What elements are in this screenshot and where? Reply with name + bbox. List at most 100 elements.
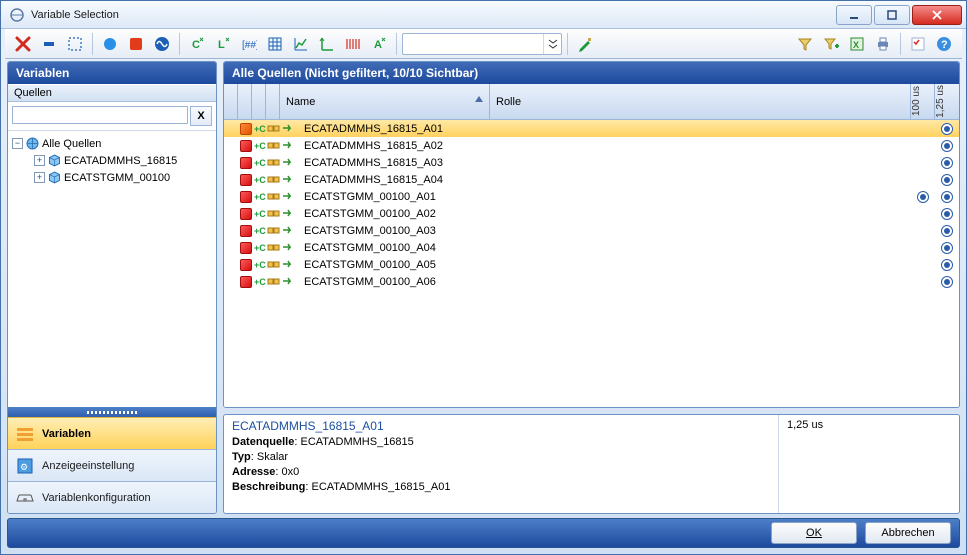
radio-125us[interactable] xyxy=(941,208,953,220)
radio-125us[interactable] xyxy=(941,259,953,271)
tree-root[interactable]: − Alle Quellen xyxy=(12,135,212,152)
cube-icon xyxy=(48,154,61,167)
radio-100us[interactable] xyxy=(917,191,929,203)
tree-item-label: ECATSTGMM_00100 xyxy=(64,172,170,184)
close-button[interactable] xyxy=(912,5,962,25)
nav-anzeige[interactable]: ⚙ Anzeigeeinstellung xyxy=(8,449,216,481)
row-arrow-icon xyxy=(281,173,294,186)
radio-125us[interactable] xyxy=(941,276,953,288)
row-color-icon xyxy=(240,242,252,254)
row-name: ECATSTGMM_00100_A05 xyxy=(302,256,512,273)
splitter[interactable] xyxy=(8,407,216,417)
titlebar[interactable]: Variable Selection xyxy=(1,1,966,29)
tb-excel-icon[interactable]: X xyxy=(845,32,869,56)
search-input[interactable] xyxy=(12,106,188,124)
table-row[interactable]: +C ECATSTGMM_00100_A03 xyxy=(224,222,959,239)
tree-root-label: Alle Quellen xyxy=(42,138,101,150)
row-name: ECATSTGMM_00100_A02 xyxy=(302,205,512,222)
row-arrow-icon xyxy=(281,139,294,152)
tb-close-x-icon[interactable] xyxy=(11,32,35,56)
expand-icon[interactable]: + xyxy=(34,155,45,166)
col-blank[interactable] xyxy=(252,84,266,119)
table-row[interactable]: +C ECATSTGMM_00100_A04 xyxy=(224,239,959,256)
expand-icon[interactable]: + xyxy=(34,172,45,183)
cancel-button[interactable]: Abbrechen xyxy=(865,522,951,544)
row-c-icon: +C xyxy=(253,275,266,288)
radio-125us[interactable] xyxy=(941,174,953,186)
tb-axis-up-icon[interactable] xyxy=(315,32,339,56)
tb-grid-icon[interactable] xyxy=(263,32,287,56)
col-role-label: Rolle xyxy=(496,96,521,108)
detail-rate: 1,25 us xyxy=(787,419,823,431)
tb-l-badge-icon[interactable]: L xyxy=(211,32,235,56)
tb-funnel-plus-icon[interactable] xyxy=(819,32,843,56)
col-blank[interactable] xyxy=(238,84,252,119)
collapse-icon[interactable]: − xyxy=(12,138,23,149)
list-icon xyxy=(16,425,34,443)
col-blank[interactable] xyxy=(266,84,280,119)
table-row[interactable]: +C ECATADMMHS_16815_A01 xyxy=(224,120,959,137)
radio-125us[interactable] xyxy=(941,123,953,135)
tb-checklist-icon[interactable] xyxy=(906,32,930,56)
svg-text:+C: +C xyxy=(254,209,266,219)
table-row[interactable]: +C ECATSTGMM_00100_A05 xyxy=(224,256,959,273)
col-role[interactable]: Rolle xyxy=(490,84,911,119)
row-arrow-icon xyxy=(281,275,294,288)
detail-value: ECATADMMHS_16815 xyxy=(300,436,413,448)
window: Variable Selection C L [##] A xyxy=(0,0,967,555)
col-name[interactable]: Name xyxy=(280,84,490,119)
tb-help-icon[interactable]: ? xyxy=(932,32,956,56)
tb-bracket-num-icon[interactable]: [##] xyxy=(237,32,261,56)
source-tree[interactable]: − Alle Quellen + ECATADMMHS_16815 + ECAT… xyxy=(8,131,216,407)
table-row[interactable]: +C ECATSTGMM_00100_A01 xyxy=(224,188,959,205)
tb-a-badge-icon[interactable]: A xyxy=(367,32,391,56)
radio-125us[interactable] xyxy=(941,242,953,254)
tree-item[interactable]: + ECATADMMHS_16815 xyxy=(12,152,212,169)
maximize-button[interactable] xyxy=(874,5,910,25)
ok-button[interactable]: OK xyxy=(771,522,857,544)
radio-125us[interactable] xyxy=(941,140,953,152)
grid-body[interactable]: +C ECATADMMHS_16815_A01 +C ECATADMMHS_16… xyxy=(224,120,959,407)
table-row[interactable]: +C ECATADMMHS_16815_A03 xyxy=(224,154,959,171)
table-row[interactable]: +C ECATSTGMM_00100_A06 xyxy=(224,273,959,290)
radio-125us[interactable] xyxy=(941,157,953,169)
svg-text:+C: +C xyxy=(254,277,266,287)
chevron-double-down-icon[interactable] xyxy=(543,34,561,54)
col-100us[interactable]: 100 us xyxy=(911,84,935,119)
svg-text:+C: +C xyxy=(254,260,266,270)
toolbar-combo[interactable] xyxy=(402,33,562,55)
row-arrow-icon xyxy=(281,241,294,254)
col-125us[interactable]: 1,25 us xyxy=(935,84,959,119)
tb-chart-up-icon[interactable] xyxy=(289,32,313,56)
tb-c-badge-icon[interactable]: C xyxy=(185,32,209,56)
nav-konfig[interactable]: Variablenkonfiguration xyxy=(8,481,216,513)
tree-item[interactable]: + ECATSTGMM_00100 xyxy=(12,169,212,186)
tb-pen-icon[interactable] xyxy=(573,32,597,56)
tb-funnel-icon[interactable] xyxy=(793,32,817,56)
radio-125us[interactable] xyxy=(941,225,953,237)
row-link-icon xyxy=(267,258,280,271)
col-blank[interactable] xyxy=(224,84,238,119)
tb-select-rect-icon[interactable] xyxy=(63,32,87,56)
row-link-icon xyxy=(267,275,280,288)
table-row[interactable]: +C ECATADMMHS_16815_A04 xyxy=(224,171,959,188)
tb-circle-icon[interactable] xyxy=(98,32,122,56)
minimize-button[interactable] xyxy=(836,5,872,25)
nav-variablen[interactable]: Variablen xyxy=(8,417,216,449)
tb-printer-icon[interactable] xyxy=(871,32,895,56)
tb-sine-icon[interactable] xyxy=(150,32,174,56)
svg-text:⚙: ⚙ xyxy=(20,462,28,472)
tb-square-icon[interactable] xyxy=(124,32,148,56)
radio-125us[interactable] xyxy=(941,191,953,203)
tb-dash-icon[interactable] xyxy=(37,32,61,56)
search-clear-button[interactable]: X xyxy=(190,106,212,126)
tb-bars-icon[interactable] xyxy=(341,32,365,56)
table-row[interactable]: +C ECATADMMHS_16815_A02 xyxy=(224,137,959,154)
detail-label: Beschreibung xyxy=(232,481,305,493)
row-c-icon: +C xyxy=(253,241,266,254)
detail-box: ECATADMMHS_16815_A01 Datenquelle: ECATAD… xyxy=(223,414,960,514)
row-color-icon xyxy=(240,276,252,288)
table-row[interactable]: +C ECATSTGMM_00100_A02 xyxy=(224,205,959,222)
row-arrow-icon xyxy=(281,258,294,271)
svg-text:+C: +C xyxy=(254,141,266,151)
